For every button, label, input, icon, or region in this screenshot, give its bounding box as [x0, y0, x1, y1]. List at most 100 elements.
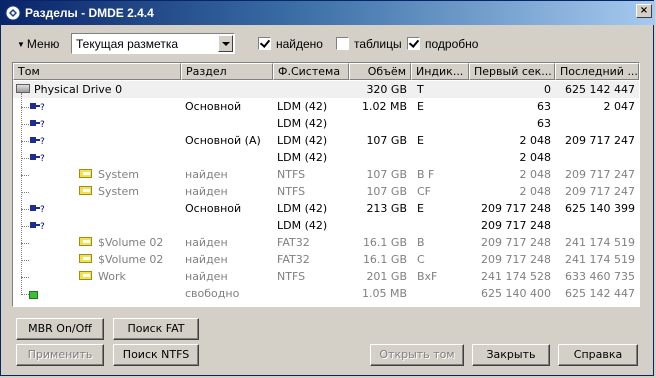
last-sector-cell: 241 174 519 [565, 236, 635, 249]
last-sector-cell: 2 047 [603, 100, 636, 113]
table-row[interactable]: ? LDM (42) 2 048 [13, 149, 639, 166]
last-sector-cell: 209 717 247 [565, 168, 635, 181]
column-header-indicators[interactable]: Индик... [411, 63, 469, 80]
svg-text:?: ? [40, 137, 45, 145]
partition-cell [185, 149, 273, 166]
help-button[interactable]: Справка [558, 344, 638, 366]
first-sector-cell: 0 [544, 83, 551, 96]
table-row[interactable]: ? LDM (42) 209 717 248 [13, 217, 639, 234]
apply-button[interactable]: Применить [16, 344, 104, 366]
svg-text:?: ? [40, 120, 45, 128]
volume-name-cell: Work [98, 270, 126, 283]
size-cell: 201 GB [366, 270, 407, 283]
last-sector-cell [555, 217, 635, 234]
table-row[interactable]: свободно 1.05 MB 625 140 400 625 142 447 [13, 285, 639, 302]
open-volume-button[interactable]: Открыть том [370, 344, 464, 366]
indicators-cell [417, 115, 469, 132]
search-ntfs-button[interactable]: Поиск NTFS [113, 344, 199, 366]
dynamic-volume-icon: ? [30, 152, 46, 164]
layout-view-select[interactable]: Текущая разметка [71, 33, 235, 54]
last-sector-cell: 633 460 735 [565, 270, 635, 283]
filesystem-cell: FAT32 [277, 236, 310, 249]
table-row[interactable]: ? LDM (42) 63 [13, 115, 639, 132]
volume-name-cell: $Volume 02 [98, 236, 164, 249]
last-sector-cell [555, 149, 635, 166]
filesystem-cell: LDM (42) [277, 100, 328, 113]
mbr-toggle-button[interactable]: MBR On/Off [16, 318, 104, 340]
table-row[interactable]: $Volume 02 найден FAT32 16.1 GB B 209 717 248… [13, 234, 639, 251]
detailed-checkbox-label: подробно [425, 37, 479, 51]
dynamic-volume-icon: ? [30, 118, 46, 130]
hard-drive-icon [16, 84, 30, 93]
partitions-table[interactable]: Том Раздел Ф.Система Объём Индик... Перв… [12, 62, 640, 307]
close-window-button[interactable]: × [636, 4, 652, 18]
column-header-filesystem[interactable]: Ф.Система [273, 63, 349, 80]
svg-text:?: ? [40, 222, 45, 230]
indicators-cell: E [417, 202, 424, 215]
filesystem-cell: NTFS [277, 185, 306, 198]
svg-text:?: ? [40, 205, 45, 213]
first-sector-cell: 63 [537, 117, 551, 130]
checkbox-checked-icon[interactable] [258, 37, 271, 50]
checkbox-unchecked-icon[interactable] [336, 37, 349, 50]
first-sector-cell: 2 048 [519, 185, 552, 198]
column-header-first-sector[interactable]: Первый сек... [469, 63, 555, 80]
layout-view-value: Текущая разметка [76, 37, 179, 51]
menu-button[interactable]: ▼ Меню [17, 37, 59, 51]
detailed-checkbox[interactable]: подробно [407, 37, 478, 51]
indicators-cell [417, 217, 469, 234]
volume-name-cell [98, 285, 178, 302]
column-header-volume[interactable]: Том [13, 63, 181, 80]
search-fat-button[interactable]: Поиск FAT [113, 318, 199, 340]
table-row[interactable]: ? Основной LDM (42) 213 GB E 209 717 248 625 1… [13, 200, 639, 217]
size-cell: 107 GB [366, 134, 407, 147]
window-title: Разделы - DMDE 2.4.4 [25, 6, 154, 20]
size-cell: 107 GB [366, 185, 407, 198]
title-bar[interactable]: Разделы - DMDE 2.4.4 × [1, 1, 655, 25]
indicators-cell [417, 149, 469, 166]
filesystem-cell: LDM (42) [277, 134, 328, 147]
volume-name-cell [98, 217, 178, 234]
tables-checkbox[interactable]: таблицы [336, 37, 402, 51]
partition-cell: найден [185, 168, 228, 181]
size-cell [349, 149, 407, 166]
table-row[interactable]: System найден NTFS 107 GB B F 2 048 209 717 24… [13, 166, 639, 183]
table-row[interactable]: Work найден NTFS 201 GB BxF 241 174 528 633 46… [13, 268, 639, 285]
table-row[interactable]: $Volume 02 найден FAT32 16.1 GB C 209 717 248… [13, 251, 639, 268]
size-cell: 107 GB [366, 168, 407, 181]
first-sector-cell: 63 [537, 100, 551, 113]
table-row[interactable]: System найден NTFS 107 GB CF 2 048 209 717 247 [13, 183, 639, 200]
column-header-size[interactable]: Объём [349, 63, 411, 80]
filesystem-cell [277, 81, 349, 98]
indicators-cell: E [417, 100, 424, 113]
toolbar: ▼ Меню Текущая разметка найдено таблицы п… [1, 29, 655, 59]
filesystem-cell: NTFS [277, 270, 306, 283]
last-sector-cell: 625 142 447 [565, 287, 635, 300]
table-header: Том Раздел Ф.Система Объём Индик... Перв… [13, 63, 639, 80]
partition-cell: Основной [185, 202, 242, 215]
table-row[interactable]: ? Основной LDM (42) 1.02 MB E 63 2 047 [13, 98, 639, 115]
size-cell [349, 115, 407, 132]
checkbox-checked-icon[interactable] [407, 37, 420, 50]
last-sector-cell: 241 174 519 [565, 253, 635, 266]
table-row[interactable]: Physical Drive 0 320 GB T 0 625 142 447 [13, 81, 639, 98]
dynamic-volume-icon: ? [30, 220, 46, 232]
found-checkbox[interactable]: найдено [258, 37, 323, 51]
filesystem-folder-icon [79, 186, 92, 195]
size-cell [349, 217, 407, 234]
volume-name-cell [98, 200, 178, 217]
filesystem-cell: LDM (42) [277, 202, 328, 215]
filesystem-cell: NTFS [277, 168, 306, 181]
table-row[interactable]: ? Основной (А) LDM (42) 107 GB E 2 048 209 717… [13, 132, 639, 149]
tables-checkbox-label: таблицы [354, 37, 402, 51]
menu-label: Меню [26, 37, 60, 51]
filesystem-folder-icon [79, 254, 92, 263]
column-header-partition[interactable]: Раздел [181, 63, 273, 80]
close-button[interactable]: Закрыть [472, 344, 550, 366]
column-header-last-sector[interactable]: Последний ... [555, 63, 639, 80]
volume-name-cell [98, 132, 178, 149]
dropdown-arrow-icon[interactable] [218, 35, 233, 52]
first-sector-cell: 625 140 400 [481, 287, 551, 300]
free-space-icon [29, 291, 38, 299]
filesystem-cell: LDM (42) [277, 151, 328, 164]
